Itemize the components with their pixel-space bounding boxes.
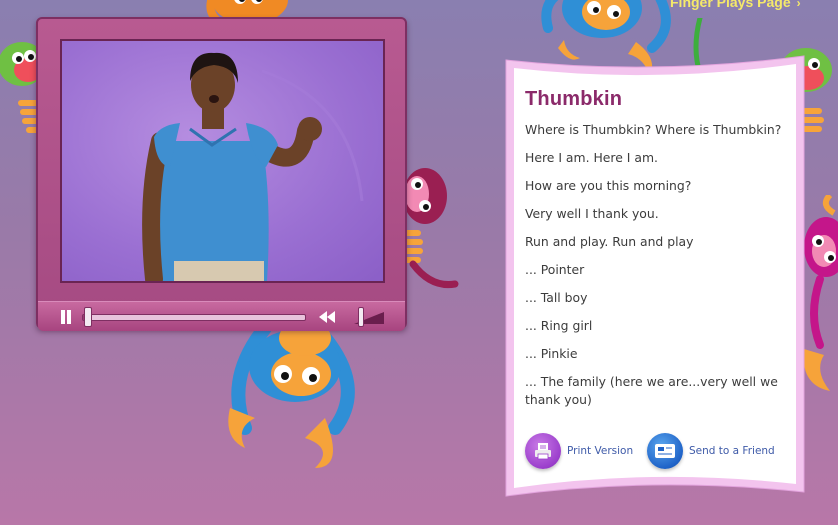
volume-icon[interactable] (348, 310, 388, 326)
pause-icon[interactable] (60, 310, 72, 324)
seek-handle[interactable] (84, 307, 93, 327)
lyric-line: Where is Thumbkin? Where is Thumbkin? (525, 122, 782, 137)
player-controls (38, 301, 405, 331)
finger-plays-page-link[interactable]: Finger Plays Page › (670, 0, 801, 10)
print-version-label: Print Version (567, 445, 634, 457)
lyric-line: How are you this morning? (525, 178, 692, 193)
lyric-line: ... Pointer (525, 262, 585, 277)
lyrics-list: Where is Thumbkin? Where is Thumbkin? He… (525, 121, 790, 409)
email-card-icon (647, 433, 683, 469)
seek-bar[interactable] (82, 314, 306, 321)
print-version-button[interactable]: Print Version (525, 432, 633, 470)
lyric-line: ... Tall boy (525, 290, 588, 305)
send-to-friend-label: Send to a Friend (689, 445, 775, 457)
printer-icon (525, 433, 561, 469)
lyric-line: ... Ring girl (525, 318, 593, 333)
lyric-line: Run and play. Run and play (525, 234, 694, 249)
lyric-line: ... Pinkie (525, 346, 578, 361)
video-player (36, 17, 407, 331)
lyric-line: Here I am. Here I am. (525, 150, 658, 165)
send-to-friend-button[interactable]: Send to a Friend (647, 432, 775, 470)
volume-slider-handle[interactable] (358, 307, 364, 327)
lyric-line: Very well I thank you. (525, 206, 659, 221)
monkey-blue-bottom-decoration (225, 318, 365, 478)
lyrics-card: Thumbkin Where is Thumbkin? Where is Thu… (502, 52, 808, 500)
card-actions: Print Version Send to a Friend (525, 432, 795, 472)
video-screen[interactable] (60, 39, 385, 283)
song-title: Thumbkin (525, 88, 623, 110)
video-frame-person-image (142, 52, 364, 281)
rewind-icon[interactable] (318, 309, 336, 325)
lyric-line: ... The family (here we are...very well … (525, 374, 778, 407)
chevron-right-icon: › (796, 0, 801, 10)
lyrics-content: Thumbkin Where is Thumbkin? Where is Thu… (525, 88, 790, 419)
finger-plays-page-label: Finger Plays Page (670, 0, 791, 10)
